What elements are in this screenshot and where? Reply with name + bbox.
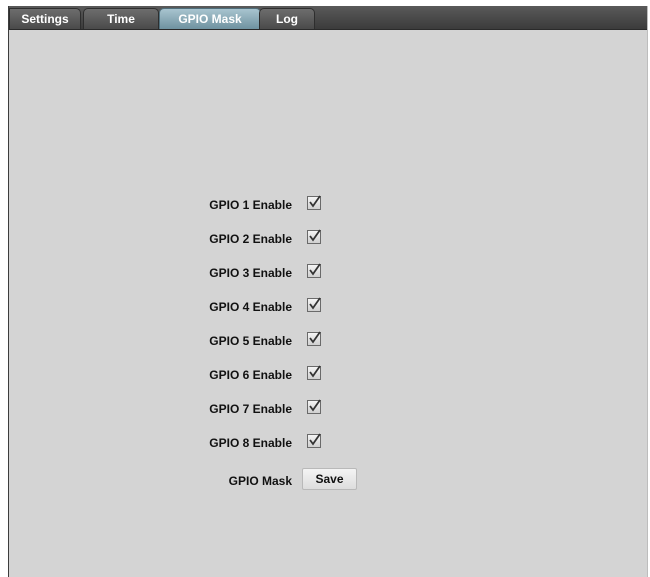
gpio-row: GPIO 2 Enable [9,229,647,250]
gpio-row: GPIO 3 Enable [9,263,647,284]
gpio-2-checkbox[interactable] [307,229,321,244]
checkmark-icon [309,399,321,412]
gpio-6-checkbox[interactable] [307,365,321,380]
gpio-3-checkbox[interactable] [307,263,321,278]
gpio-3-label: GPIO 3 Enable [209,266,292,280]
app-window: Settings Time GPIO Mask Log GPIO 1 Enabl… [8,6,648,577]
gpio-8-label: GPIO 8 Enable [209,436,292,450]
gpio-row: GPIO 5 Enable [9,331,647,352]
save-button[interactable]: Save [302,468,357,490]
checkmark-icon [309,297,321,310]
gpio-2-label: GPIO 2 Enable [209,232,292,246]
checkmark-icon [309,365,321,378]
checkmark-icon [309,331,321,344]
tab-settings[interactable]: Settings [9,8,81,29]
gpio-7-label: GPIO 7 Enable [209,402,292,416]
gpio-7-checkbox[interactable] [307,399,321,414]
gpio-row: GPIO 7 Enable [9,399,647,420]
gpio-1-label: GPIO 1 Enable [209,198,292,212]
gpio-4-checkbox[interactable] [307,297,321,312]
gpio-row: GPIO 8 Enable [9,433,647,454]
gpio-1-checkbox[interactable] [307,195,321,210]
gpio-mask-label: GPIO Mask [228,474,292,488]
gpio-5-label: GPIO 5 Enable [209,334,292,348]
gpio-row: GPIO 4 Enable [9,297,647,318]
checkmark-icon [309,433,321,446]
gpio-4-label: GPIO 4 Enable [209,300,292,314]
gpio-5-checkbox[interactable] [307,331,321,346]
checkmark-icon [309,263,321,276]
gpio-row: GPIO 6 Enable [9,365,647,386]
gpio-6-label: GPIO 6 Enable [209,368,292,382]
gpio-row: GPIO 1 Enable [9,195,647,216]
tab-gpio-mask[interactable]: GPIO Mask [159,8,261,29]
checkmark-icon [309,229,321,242]
gpio-8-checkbox[interactable] [307,433,321,448]
tab-bar: Settings Time GPIO Mask Log [9,6,647,30]
checkmark-icon [309,195,321,208]
gpio-mask-row: GPIO Mask Save [9,468,647,492]
tab-log[interactable]: Log [259,8,315,29]
tab-time[interactable]: Time [83,8,159,29]
